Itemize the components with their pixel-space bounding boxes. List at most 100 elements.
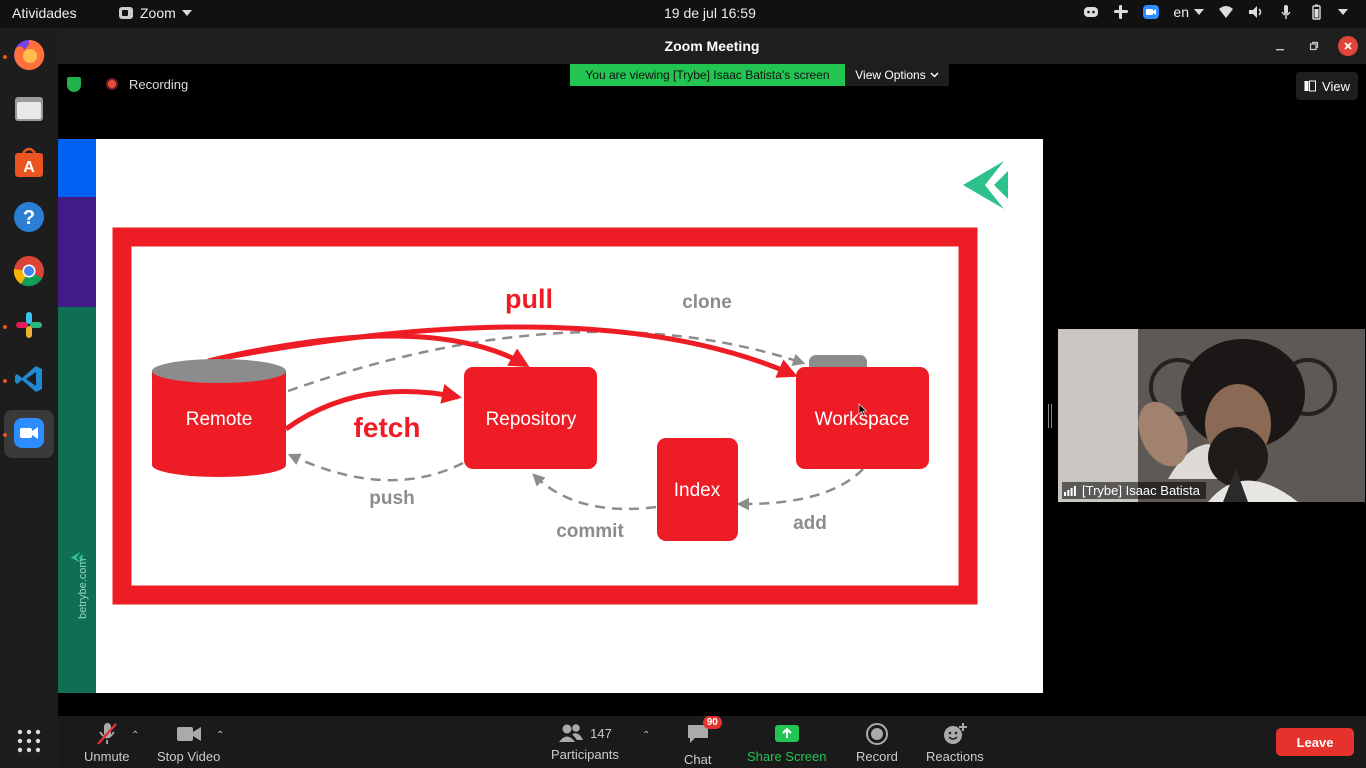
add-label: add (793, 513, 827, 534)
view-options-label: View Options (855, 68, 926, 82)
svg-text:A: A (23, 159, 35, 176)
viewing-screen-banner: You are viewing [Trybe] Isaac Batista's … (570, 64, 845, 86)
record-label: Record (856, 749, 898, 764)
app-grid-icon[interactable] (11, 723, 47, 759)
reactions-label: Reactions (926, 749, 984, 764)
participants-count: 147 (590, 725, 612, 741)
chat-unread-badge: 90 (702, 716, 722, 729)
files-icon[interactable] (11, 91, 47, 127)
dock: A ? (0, 28, 58, 768)
leave-button[interactable]: Leave (1276, 728, 1354, 756)
firefox-icon[interactable] (11, 37, 47, 73)
system-tray: en (1083, 4, 1348, 20)
chrome-icon[interactable] (11, 253, 47, 289)
unmute-label: Unmute (84, 749, 130, 764)
svg-text:?: ? (23, 207, 35, 229)
commit-arrow (532, 473, 657, 511)
shared-screen-slide: betrybe.com Remote Repository Workspace … (58, 139, 1043, 693)
running-indicator (3, 433, 7, 437)
record-icon (865, 723, 888, 745)
share-screen-icon (774, 725, 799, 742)
participants-label: Participants (551, 747, 619, 762)
participant-name-tag: [Trybe] Isaac Batista (1062, 482, 1207, 499)
video-camera-icon (176, 727, 201, 741)
chevron-down-icon (181, 10, 192, 16)
participant-video-feed (1058, 329, 1365, 502)
close-button[interactable] (1338, 36, 1358, 56)
smiley-plus-icon (943, 723, 967, 744)
clock[interactable]: 19 de jul 16:59 (664, 5, 756, 21)
minimize-button[interactable] (1270, 36, 1290, 56)
video-options-chevron-icon[interactable]: ⌃ (216, 730, 224, 741)
meeting-toolbar: Unmute ⌃ Stop Video ⌃ 147 Participants ⌃… (58, 716, 1366, 768)
app-menu[interactable]: Zoom (118, 5, 192, 21)
battery-icon[interactable] (1308, 4, 1324, 20)
restore-icon (1309, 41, 1319, 51)
activities-button[interactable]: Atividades (12, 5, 77, 21)
chevron-down-icon (930, 72, 939, 78)
window-title: Zoom Meeting (664, 38, 760, 54)
index-label: Index (674, 480, 721, 501)
discord-icon[interactable] (1083, 4, 1099, 20)
stop-video-label: Stop Video (157, 749, 221, 764)
remote-label: Remote (186, 409, 253, 430)
commit-label: commit (556, 521, 624, 542)
view-button[interactable]: View (1296, 72, 1358, 100)
minimize-icon (1276, 49, 1284, 51)
record-button[interactable]: Record (856, 722, 898, 764)
view-button-label: View (1322, 78, 1350, 94)
app-menu-label: Zoom (140, 5, 176, 21)
window-title-bar: Zoom Meeting (58, 28, 1366, 64)
muted-microphone-icon (96, 723, 117, 745)
running-indicator (3, 325, 7, 329)
language-label: en (1173, 4, 1189, 20)
audio-options-chevron-icon[interactable]: ⌃ (131, 730, 139, 741)
help-icon[interactable]: ? (11, 199, 47, 235)
zoom-icon[interactable] (11, 415, 47, 451)
view-options-button[interactable]: View Options (845, 64, 949, 86)
fetch-label: fetch (354, 412, 421, 443)
git-flow-diagram: Remote Repository Workspace Index pull c… (112, 161, 1008, 605)
participants-icon (559, 724, 584, 742)
chevron-down-icon (1194, 9, 1204, 15)
share-screen-label: Share Screen (747, 749, 827, 764)
system-menu-chevron-icon[interactable] (1338, 9, 1348, 15)
security-shield-icon[interactable] (67, 77, 81, 92)
chat-button[interactable]: 90 Chat (684, 716, 722, 767)
recording-icon[interactable] (106, 78, 118, 90)
close-icon (1344, 42, 1352, 50)
vscode-icon[interactable] (11, 361, 47, 397)
language-selector[interactable]: en (1173, 4, 1204, 20)
software-icon[interactable]: A (11, 145, 47, 181)
running-indicator (3, 55, 7, 59)
panel-resize-handle[interactable] (1048, 404, 1052, 428)
volume-icon[interactable] (1248, 4, 1264, 20)
meeting-area: Recording You are viewing [Trybe] Isaac … (58, 64, 1366, 716)
participants-button[interactable]: 147 Participants (551, 722, 619, 762)
participant-name: [Trybe] Isaac Batista (1082, 483, 1201, 498)
unmute-button[interactable]: Unmute (84, 722, 130, 764)
clone-label: clone (682, 292, 732, 313)
stop-video-button[interactable]: Stop Video (157, 722, 220, 764)
wifi-icon[interactable] (1218, 4, 1234, 20)
microphone-icon[interactable] (1278, 4, 1294, 20)
repository-label: Repository (486, 409, 577, 430)
recording-label[interactable]: Recording (129, 77, 188, 92)
participant-video-tile[interactable]: [Trybe] Isaac Batista (1058, 329, 1365, 502)
view-layout-icon (1304, 80, 1317, 92)
maximize-button[interactable] (1304, 36, 1324, 56)
add-arrow (736, 468, 864, 511)
push-arrow (287, 453, 464, 482)
trybe-logo-icon (963, 161, 1008, 209)
participants-options-chevron-icon[interactable]: ⌃ (642, 730, 650, 741)
slack-tray-icon[interactable] (1113, 4, 1129, 20)
share-screen-button[interactable]: Share Screen (747, 722, 827, 764)
zoom-app-icon (119, 7, 133, 19)
pull-label: pull (505, 284, 553, 314)
zoom-tray-icon[interactable] (1143, 4, 1160, 20)
slack-icon[interactable] (11, 307, 47, 343)
push-label: push (369, 488, 414, 509)
running-indicator (3, 379, 7, 383)
reactions-button[interactable]: Reactions (926, 722, 984, 764)
signal-strength-icon (1064, 485, 1076, 496)
